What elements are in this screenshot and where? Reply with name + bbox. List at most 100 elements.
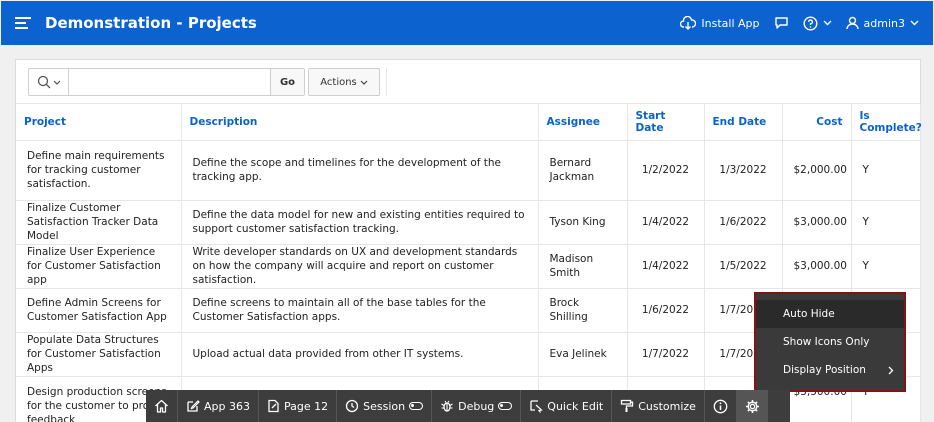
customize-button[interactable]: Customize [612, 390, 705, 422]
go-button[interactable]: Go [270, 69, 304, 95]
menu-item-auto-hide[interactable]: Auto Hide [756, 300, 904, 328]
quick-edit-icon [530, 400, 544, 413]
column-header-end-date[interactable]: End Date [704, 104, 783, 141]
cell-assignee: Brock Shilling [538, 288, 628, 333]
debug-button[interactable]: Debug [432, 390, 522, 422]
menu-icon[interactable] [15, 17, 31, 29]
cell-project: Define Admin Screens for Customer Satisf… [16, 288, 182, 333]
session-label: Session [363, 399, 406, 413]
customize-label: Customize [638, 399, 696, 413]
search-input[interactable] [69, 69, 270, 95]
cell-description: Define the data model for new and existi… [181, 200, 539, 245]
cell-start-date: 1/4/2022 [627, 200, 705, 245]
menu-item-label: Show Icons Only [783, 336, 870, 348]
page-label: Page 12 [283, 399, 329, 413]
app-header: Demonstration - Projects Install App adm… [1, 1, 933, 45]
home-icon [155, 399, 168, 413]
session-icon [345, 399, 359, 413]
app-builder-button[interactable]: App 363 [178, 390, 259, 422]
cell-assignee: Bernard Jackman [538, 140, 628, 201]
cell-start-date: 1/4/2022 [627, 244, 705, 289]
cell-description: Define screens to maintain all of the ba… [181, 288, 539, 333]
app-label: App 363 [204, 399, 250, 413]
help-button[interactable] [803, 15, 832, 31]
menu-item-label: Auto Hide [783, 308, 835, 320]
cell-description: Define the scope and timelines for the d… [181, 140, 539, 201]
chevron-right-icon [888, 366, 894, 374]
feedback-button[interactable] [774, 16, 789, 30]
search-column-selector[interactable] [29, 69, 69, 95]
cloud-download-icon [680, 16, 697, 30]
cell-end-date: 1/5/2022 [704, 244, 783, 289]
gear-icon [745, 399, 759, 413]
cell-description: Write developer standards on UX and deve… [181, 244, 539, 289]
chevron-down-icon [53, 80, 60, 85]
home-button[interactable] [146, 390, 178, 422]
quick-edit-button[interactable]: Quick Edit [521, 390, 613, 422]
table-row: Finalize Customer Satisfaction Tracker D… [16, 200, 921, 245]
user-icon [845, 16, 859, 30]
column-header-cost[interactable]: Cost [782, 104, 852, 141]
user-name: admin3 [863, 16, 905, 30]
debug-toggle[interactable] [498, 402, 513, 410]
cell-cost: $3,000.00 [782, 200, 852, 245]
cell-project: Finalize User Experience for Customer Sa… [16, 244, 182, 289]
column-header-start-date[interactable]: Start Date [627, 104, 705, 141]
cell-assignee: Madison Smith [538, 244, 628, 289]
cell-project: Populate Data Structures for Customer Sa… [16, 332, 182, 377]
info-icon [713, 399, 728, 413]
cell-start-date: 1/6/2022 [627, 288, 705, 333]
page-builder-button[interactable]: Page 12 [259, 390, 338, 422]
table-row: Define main requirements for tracking cu… [16, 140, 921, 201]
session-toggle[interactable] [409, 402, 424, 410]
menu-item-label: Display Position [783, 364, 866, 376]
cell-is-complete: Y [851, 244, 921, 289]
cell-cost: $3,000.00 [782, 244, 852, 289]
help-icon [803, 15, 818, 31]
cell-start-date: 1/2/2022 [627, 140, 705, 201]
menu-item-display-position[interactable]: Display Position [756, 356, 904, 384]
info-button[interactable] [705, 390, 737, 422]
chat-icon [774, 17, 788, 29]
edit-icon [187, 400, 200, 412]
cell-cost: $2,000.00 [782, 140, 852, 201]
cell-project: Define main requirements for tracking cu… [16, 140, 182, 201]
header-actions: Install App admin3 [680, 1, 919, 45]
user-menu-button[interactable]: admin3 [845, 16, 919, 30]
actions-label: Actions [320, 76, 357, 88]
column-header-assignee[interactable]: Assignee [538, 104, 628, 141]
cell-start-date: 1/7/2022 [627, 332, 705, 377]
menu-item-show-icons-only[interactable]: Show Icons Only [756, 328, 904, 356]
debug-label: Debug [458, 399, 495, 413]
settings-button[interactable] [736, 390, 768, 422]
column-header-is-complete[interactable]: Is Complete? [851, 104, 922, 141]
column-header-project[interactable]: Project [16, 104, 182, 141]
actions-menu-button[interactable]: Actions [308, 68, 380, 96]
cell-assignee: Tyson King [538, 200, 628, 245]
cell-assignee: Eva Jelinek [538, 332, 628, 377]
bug-icon [441, 400, 453, 412]
page-edit-icon [268, 399, 279, 413]
cell-end-date: 1/3/2022 [704, 140, 783, 201]
chevron-down-icon [360, 80, 368, 85]
install-app-button[interactable]: Install App [680, 16, 760, 30]
cell-project: Finalize Customer Satisfaction Tracker D… [16, 200, 182, 245]
developer-toolbar: App 363 Page 12 Session Debug Quick Edit… [146, 390, 790, 422]
quick-edit-label: Quick Edit [547, 399, 604, 413]
cell-is-complete: Y [851, 140, 921, 201]
search-icon [37, 75, 50, 89]
chevron-down-icon [910, 20, 919, 26]
table-row: Finalize User Experience for Customer Sa… [16, 244, 921, 289]
devbar-settings-menu: Auto Hide Show Icons Only Display Positi… [754, 292, 906, 392]
cell-description: Upload actual data provided from other I… [181, 332, 539, 377]
paint-roller-icon [621, 399, 634, 412]
install-app-label: Install App [701, 16, 760, 30]
chevron-down-icon [823, 20, 832, 26]
cell-end-date: 1/6/2022 [704, 200, 783, 245]
toolbar-divider [386, 68, 387, 96]
session-button[interactable]: Session [337, 390, 433, 422]
cell-is-complete: Y [851, 200, 921, 245]
app-title[interactable]: Demonstration - Projects [45, 14, 257, 32]
report-toolbar: Go Actions [16, 60, 920, 104]
column-header-description[interactable]: Description [181, 104, 539, 141]
